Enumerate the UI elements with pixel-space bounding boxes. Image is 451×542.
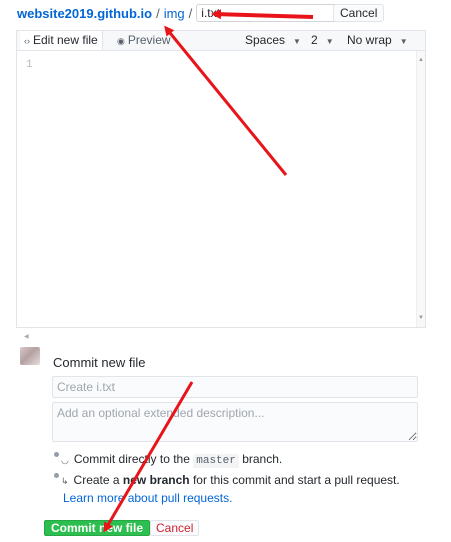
- new-branch-emphasis: new branch: [122, 473, 190, 487]
- filename-input[interactable]: [196, 4, 347, 22]
- branch-name: master: [193, 454, 239, 468]
- editor-scrollbar[interactable]: ▲ ▼: [416, 51, 425, 327]
- breadcrumb-separator: /: [188, 5, 193, 21]
- indent-mode-value: Spaces: [245, 33, 286, 47]
- eye-icon: ◉: [117, 36, 125, 46]
- commit-direct-suffix: branch.: [242, 452, 283, 466]
- cancel-button[interactable]: Cancel: [333, 4, 385, 22]
- wrap-mode-value: No wrap: [347, 33, 392, 47]
- indent-size-select[interactable]: 2 ▼: [311, 32, 334, 49]
- code-icon: ‹›: [24, 36, 30, 46]
- line-number: 1: [26, 59, 33, 71]
- breadcrumb-folder-link[interactable]: img: [164, 6, 185, 21]
- scroll-left-icon[interactable]: ◀: [24, 333, 29, 340]
- indent-mode-select[interactable]: Spaces ▼: [245, 32, 301, 49]
- radio-button[interactable]: [54, 452, 59, 457]
- chevron-down-icon: ▼: [399, 37, 408, 46]
- chevron-down-icon: ▼: [325, 37, 334, 46]
- scroll-up-icon[interactable]: ▲: [418, 57, 424, 63]
- chevron-down-icon: ▼: [293, 37, 301, 46]
- breadcrumb: website2019.github.io / img /: [17, 3, 347, 23]
- radio-button[interactable]: [54, 473, 59, 478]
- commit-cancel-button[interactable]: Cancel: [150, 520, 200, 536]
- commit-direct-option[interactable]: ◡ Commit directly to the master branch.: [54, 452, 283, 468]
- wrap-mode-select[interactable]: No wrap ▼: [347, 32, 408, 49]
- new-branch-option[interactable]: ↳ Create a new branch for this commit and…: [54, 473, 400, 487]
- breadcrumb-repo-link[interactable]: website2019.github.io: [17, 6, 152, 21]
- new-branch-prefix: Create a: [73, 473, 120, 487]
- commit-summary-input[interactable]: [52, 376, 418, 398]
- commit-heading: Commit new file: [53, 355, 146, 370]
- commit-direct-prefix: Commit directly to the: [73, 452, 190, 466]
- commit-description-field[interactable]: [52, 402, 418, 442]
- commit-new-file-button[interactable]: Commit new file: [44, 520, 151, 536]
- branch-icon: ↳: [61, 476, 69, 486]
- learn-more-link[interactable]: Learn more about pull requests.: [63, 491, 232, 505]
- new-branch-suffix: for this commit and start a pull request…: [192, 473, 400, 487]
- line-gutter: 1: [17, 51, 47, 327]
- tab-preview[interactable]: ◉ Preview: [113, 31, 175, 50]
- indent-size-value: 2: [311, 33, 318, 47]
- tab-preview-label: Preview: [127, 33, 171, 47]
- code-editor[interactable]: 1 ▲ ▼ ◀: [16, 50, 426, 340]
- tab-edit-label: Edit new file: [33, 33, 98, 47]
- tab-edit-new-file[interactable]: ‹› Edit new file: [20, 31, 103, 50]
- editor-toolbar: ‹› Edit new file ◉ Preview Spaces ▼ 2 ▼ No w…: [16, 30, 426, 50]
- breadcrumb-separator: /: [156, 5, 160, 21]
- scroll-down-icon[interactable]: ▼: [418, 315, 424, 321]
- avatar: [20, 347, 40, 365]
- commit-icon: ◡: [61, 455, 69, 465]
